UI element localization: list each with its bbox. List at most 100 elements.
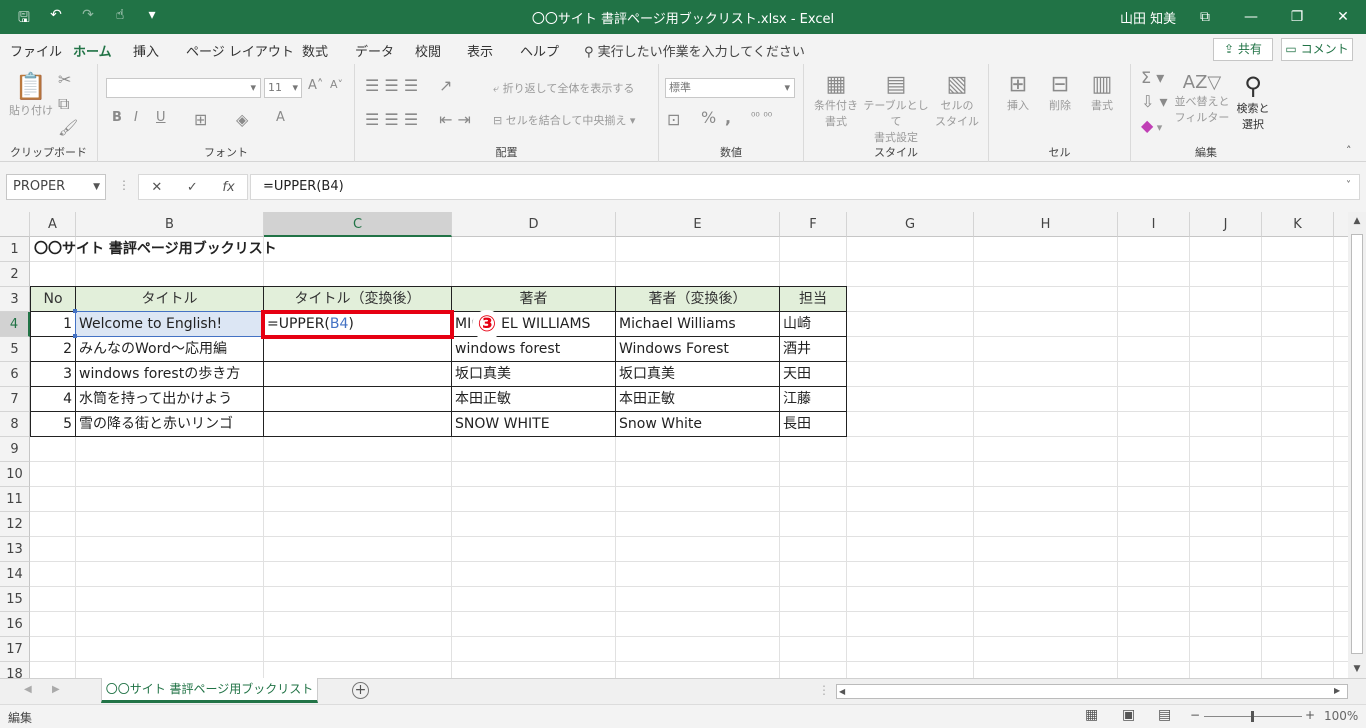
percent-icon[interactable]: %: [701, 108, 716, 127]
format-painter-icon[interactable]: 🖌: [58, 118, 78, 137]
orientation-icon[interactable]: ↗: [439, 76, 452, 95]
tab-view[interactable]: 表示: [467, 41, 493, 60]
formula-input[interactable]: =UPPER(B4): [250, 174, 1360, 200]
align-left-icon[interactable]: ☰ ☰ ☰: [365, 110, 418, 129]
row-header[interactable]: 1: [0, 237, 30, 262]
column-header-k[interactable]: K: [1262, 212, 1334, 237]
row-header[interactable]: 7: [0, 387, 30, 412]
cut-icon[interactable]: ✂: [58, 70, 71, 89]
comment-button[interactable]: ▭ コメント: [1281, 38, 1353, 61]
cell-no[interactable]: 2: [31, 337, 75, 362]
fill-icon[interactable]: ⇩ ▾: [1141, 92, 1168, 111]
enter-icon[interactable]: ✓: [187, 180, 198, 195]
header-cell-author-converted[interactable]: 著者（変換後）: [616, 287, 779, 312]
zoom-out-icon[interactable]: −: [1190, 708, 1200, 722]
page-break-icon[interactable]: ▤: [1158, 707, 1171, 723]
sort-filter-button[interactable]: AZ▽ 並べ替えと フィルター: [1173, 72, 1231, 125]
column-header-f[interactable]: F: [780, 212, 847, 237]
grow-font-icon[interactable]: A˄: [308, 78, 323, 93]
insert-cells-button[interactable]: ⊞ 挿入: [997, 72, 1039, 113]
zoom-level[interactable]: 100%: [1324, 709, 1358, 723]
cell-owner[interactable]: 江藤: [780, 387, 846, 412]
font-size-box[interactable]: 11 ▾: [264, 78, 302, 98]
tab-review[interactable]: 校閲: [415, 41, 441, 60]
row-header[interactable]: 2: [0, 262, 30, 287]
cell-author[interactable]: windows forest: [452, 337, 615, 362]
ribbon-display-icon[interactable]: ⧉: [1182, 0, 1228, 34]
cell-owner[interactable]: 長田: [780, 412, 846, 437]
paste-button[interactable]: 📋 貼り付け: [8, 72, 54, 118]
font-name-box[interactable]: ▾: [106, 78, 261, 98]
autosum-icon[interactable]: Σ ▾: [1141, 68, 1164, 87]
cell-no[interactable]: 1: [31, 312, 75, 337]
cell-title[interactable]: 水筒を持って出かけよう: [76, 387, 263, 412]
editing-cell-c4[interactable]: =UPPER(B4): [261, 310, 454, 339]
column-header-g[interactable]: G: [847, 212, 974, 237]
column-header-b[interactable]: B: [76, 212, 264, 237]
scroll-thumb[interactable]: [1351, 234, 1363, 654]
horizontal-scrollbar[interactable]: ◀: [836, 684, 1348, 699]
expand-formula-icon[interactable]: ˅: [1346, 180, 1351, 191]
worksheet-grid[interactable]: A B C D E F G H I J K 1 2 3 4 5 6 7 8 9 …: [0, 212, 1348, 678]
row-header[interactable]: 3: [0, 287, 30, 312]
scroll-up-icon[interactable]: ▲: [1348, 212, 1366, 230]
select-all-corner[interactable]: [0, 212, 30, 237]
prev-sheet-icon[interactable]: ◀: [24, 684, 32, 695]
underline-icon[interactable]: U: [156, 110, 166, 125]
cell-no[interactable]: 3: [31, 362, 75, 387]
share-button[interactable]: ⇪ 共有: [1213, 38, 1273, 61]
cell-author-converted[interactable]: Windows Forest: [616, 337, 779, 362]
cell-owner[interactable]: 天田: [780, 362, 846, 387]
delete-cells-button[interactable]: ⊟ 削除: [1039, 72, 1081, 113]
tab-page-layout[interactable]: ページ レイアウト: [186, 41, 294, 60]
user-name[interactable]: 山田 知美: [1120, 8, 1176, 27]
cell-owner[interactable]: 山崎: [780, 312, 846, 337]
row-header[interactable]: 8: [0, 412, 30, 437]
decimal-icon[interactable]: ⁰⁰ ⁰⁰: [751, 110, 772, 123]
minimize-icon[interactable]: —: [1228, 0, 1274, 34]
conditional-format-button[interactable]: ▦ 条件付き 書式: [812, 72, 860, 129]
header-cell-title-converted[interactable]: タイトル（変換後）: [264, 287, 451, 312]
restore-icon[interactable]: ❐: [1274, 0, 1320, 34]
italic-icon[interactable]: I: [134, 110, 138, 125]
row-header[interactable]: 18: [0, 662, 30, 678]
header-cell-owner[interactable]: 担当: [780, 287, 846, 312]
cell-author-converted[interactable]: 本田正敏: [616, 387, 779, 412]
sheet-title-cell[interactable]: 〇〇サイト 書評ページ用ブックリスト: [31, 237, 531, 262]
new-sheet-icon[interactable]: +: [352, 682, 369, 699]
wrap-text-button[interactable]: ⤶ 折り返して全体を表示する: [493, 80, 634, 96]
row-header[interactable]: 14: [0, 562, 30, 587]
align-top-icon[interactable]: ☰ ☰ ☰: [365, 76, 418, 95]
cell-author[interactable]: 坂口真美: [452, 362, 615, 387]
clear-icon[interactable]: ◆ ▾: [1141, 116, 1162, 135]
font-color-icon[interactable]: A: [276, 110, 285, 125]
collapse-ribbon-icon[interactable]: ˄: [1346, 144, 1352, 157]
bold-icon[interactable]: B: [112, 110, 122, 125]
merge-center-button[interactable]: ⊟ セルを結合して中央揃え ▾: [493, 112, 635, 128]
sheet-tab-active[interactable]: 〇〇サイト 書評ページ用ブックリスト: [101, 678, 318, 703]
cell-title[interactable]: windows forestの歩き方: [76, 362, 263, 387]
tab-formulas[interactable]: 数式: [302, 41, 328, 60]
normal-view-icon[interactable]: ▦: [1085, 707, 1098, 723]
h-scroll-thumb[interactable]: [853, 686, 1339, 697]
column-header-j[interactable]: J: [1190, 212, 1262, 237]
reference-handle[interactable]: [73, 309, 77, 313]
scroll-left-icon[interactable]: ◀: [839, 685, 845, 698]
column-header-c[interactable]: C: [264, 212, 452, 237]
column-header-l[interactable]: [1334, 212, 1348, 237]
cell-title[interactable]: みんなのWord～応用編: [76, 337, 263, 362]
column-header-i[interactable]: I: [1118, 212, 1190, 237]
zoom-in-icon[interactable]: +: [1305, 708, 1315, 722]
header-cell-no[interactable]: No: [31, 287, 75, 312]
copy-icon[interactable]: ⧉: [58, 94, 69, 114]
row-header[interactable]: 13: [0, 537, 30, 562]
currency-icon[interactable]: ⊡: [667, 110, 680, 129]
cell-author[interactable]: SNOW WHITE: [452, 412, 615, 437]
format-cells-button[interactable]: ▥ 書式: [1081, 72, 1123, 113]
insert-function-icon[interactable]: fx: [222, 180, 234, 195]
row-header[interactable]: 10: [0, 462, 30, 487]
row-header[interactable]: 11: [0, 487, 30, 512]
splitter-icon[interactable]: ⋮: [818, 683, 830, 697]
tab-home[interactable]: ホーム: [73, 41, 112, 66]
fill-color-icon[interactable]: ◈: [236, 110, 248, 129]
